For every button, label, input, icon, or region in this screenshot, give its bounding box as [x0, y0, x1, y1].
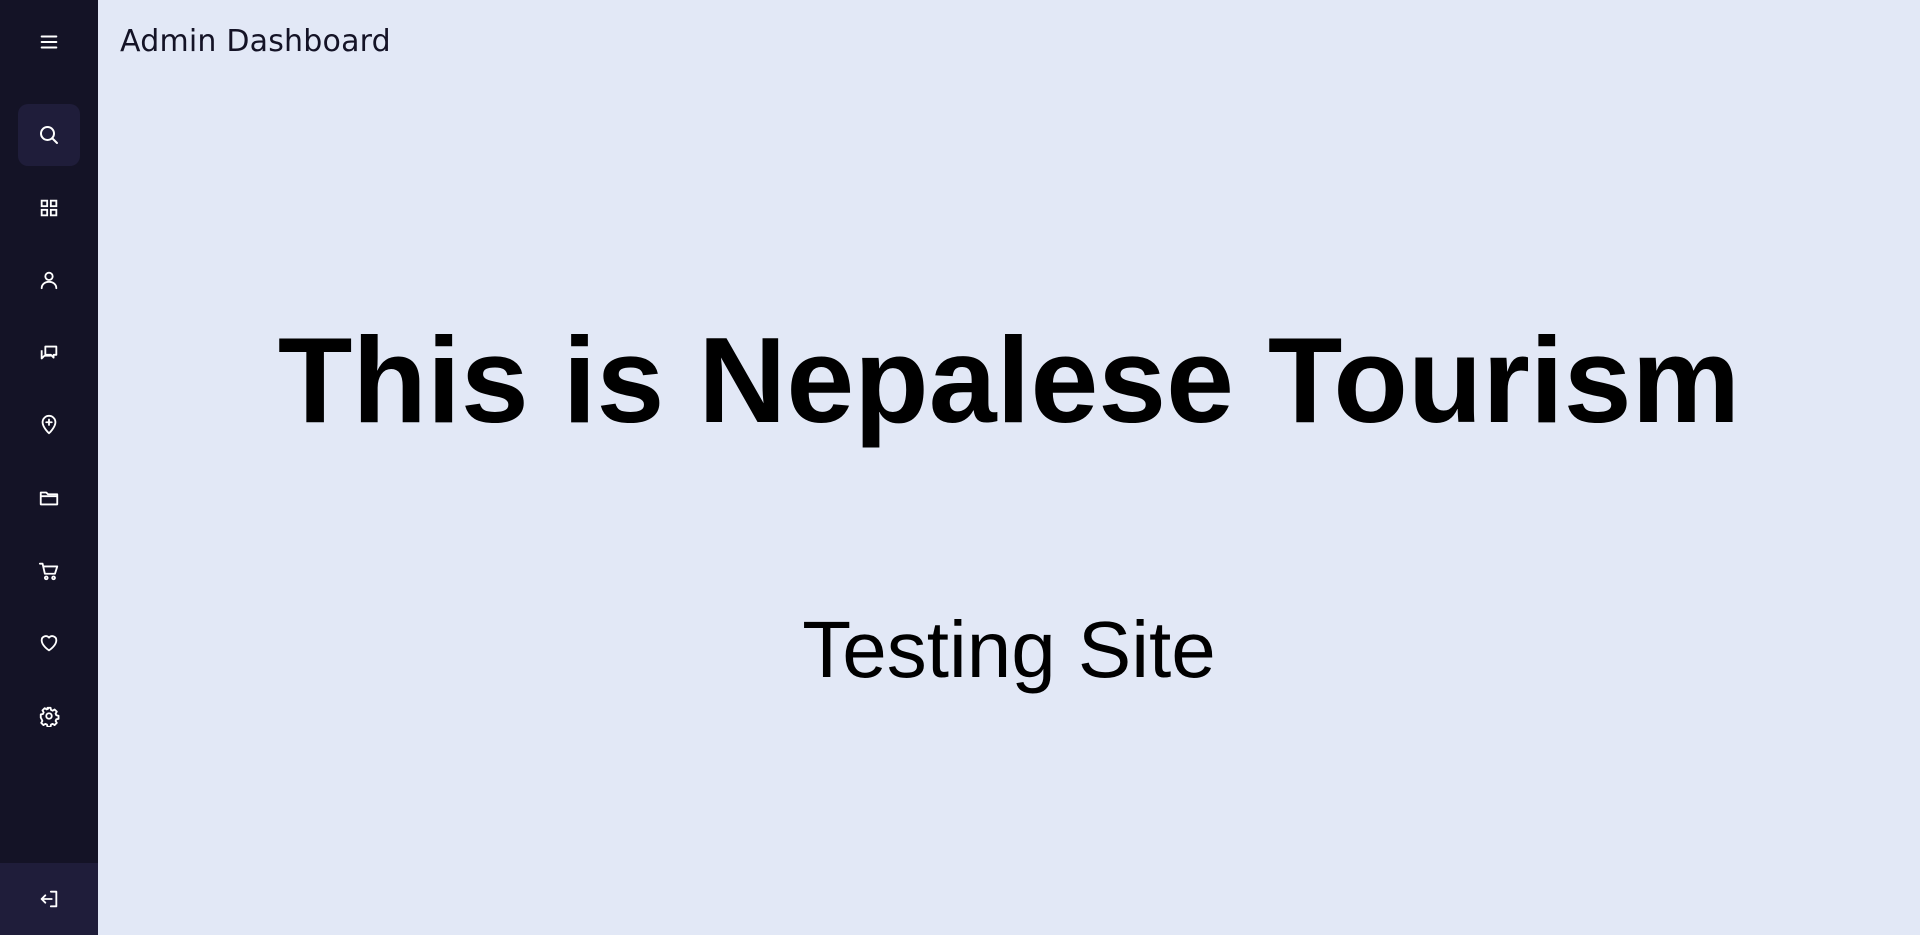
sidebar-footer [0, 863, 98, 935]
heart-icon [38, 632, 60, 654]
app-root: Admin Dashboard This is Nepalese Tourism… [0, 0, 1920, 935]
chat-icon [38, 342, 60, 364]
sidebar [0, 0, 98, 935]
location-pin-icon [38, 414, 60, 436]
menu-icon [38, 31, 60, 53]
menu-toggle-button[interactable] [24, 17, 74, 67]
grid-icon [38, 197, 60, 219]
search-icon [37, 123, 61, 147]
hero-headline: This is Nepalese Tourism [277, 312, 1741, 448]
gear-icon [38, 705, 60, 727]
sidebar-item-dashboard[interactable] [18, 177, 80, 239]
sidebar-item-files[interactable] [18, 467, 80, 529]
hero-subheadline: Testing Site [802, 605, 1216, 694]
sidebar-item-locations[interactable] [18, 394, 80, 456]
sidebar-item-messages[interactable] [18, 322, 80, 384]
sidebar-item-search[interactable] [18, 104, 80, 166]
sidebar-item-settings[interactable] [18, 685, 80, 747]
logout-icon [38, 888, 60, 910]
user-icon [38, 269, 60, 291]
logout-button[interactable] [24, 874, 74, 924]
sidebar-item-favorites[interactable] [18, 612, 80, 674]
sidebar-item-users[interactable] [18, 249, 80, 311]
folder-icon [38, 487, 60, 509]
page-title: Admin Dashboard [120, 24, 391, 59]
sidebar-item-orders[interactable] [18, 540, 80, 602]
cart-icon [38, 560, 60, 582]
